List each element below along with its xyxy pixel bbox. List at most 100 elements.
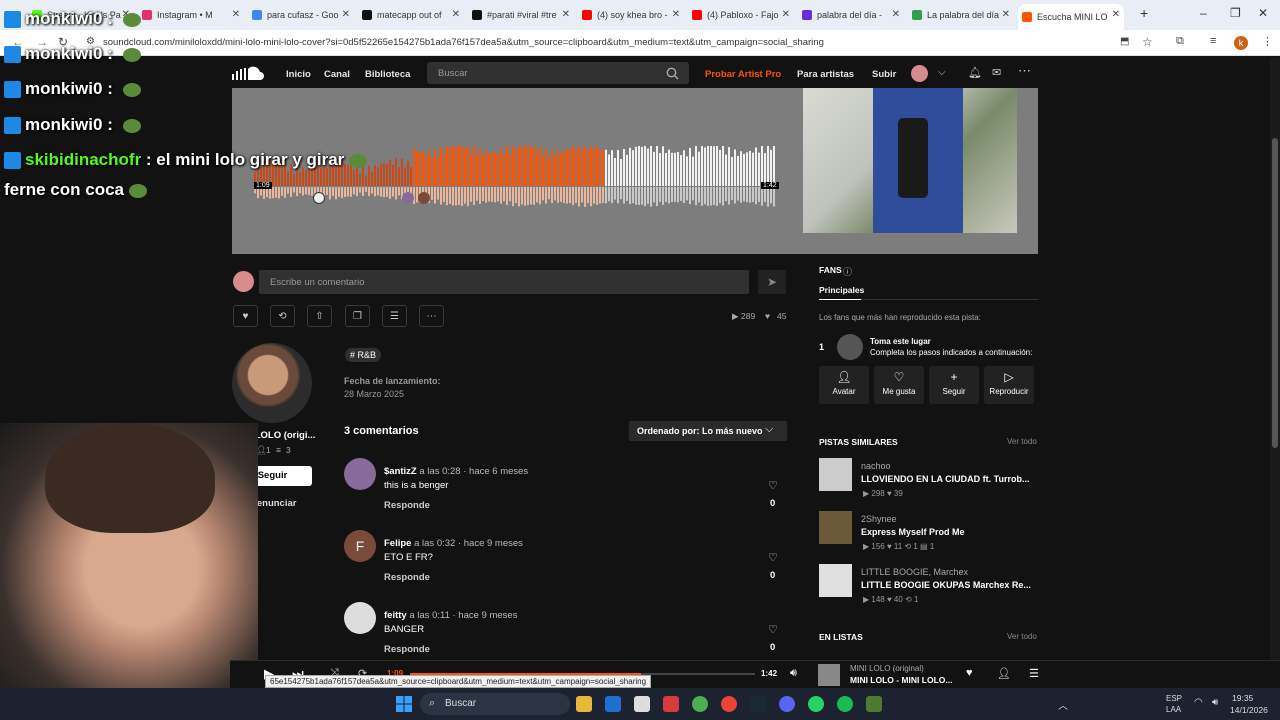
- waveform-comment-avatar[interactable]: [402, 192, 414, 204]
- browser-tab[interactable]: (4) Pabloxo - Fajo ✕: [688, 4, 794, 26]
- waveform-comment-avatar[interactable]: [313, 192, 325, 204]
- clock-time[interactable]: 19:35: [1232, 693, 1253, 703]
- chevron-down-icon[interactable]: ⌵: [938, 67, 946, 78]
- new-tab-icon[interactable]: +: [1140, 5, 1148, 21]
- browser-tab[interactable]: La palabra del día ✕: [908, 4, 1014, 26]
- notifications-bell-icon[interactable]: 🔔︎: [968, 66, 982, 79]
- browser-tab[interactable]: Escucha MINI LO ✕: [1018, 4, 1124, 30]
- repost-button[interactable]: ⟲: [270, 305, 295, 327]
- comment-user[interactable]: Felipe: [384, 538, 411, 549]
- fans-tab-top[interactable]: Principales: [819, 285, 864, 295]
- volume-icon[interactable]: 🔊︎: [790, 667, 797, 680]
- genre-tag[interactable]: # R&B: [345, 348, 382, 362]
- player-like-icon[interactable]: ♥: [966, 667, 973, 679]
- for-artists-link[interactable]: Para artistas: [797, 69, 854, 80]
- artist-avatar[interactable]: [232, 343, 312, 423]
- comment-like-icon[interactable]: ♡: [768, 479, 778, 492]
- maximize-icon[interactable]: ❐: [1230, 6, 1241, 20]
- comment-avatar[interactable]: [344, 602, 376, 634]
- url-text[interactable]: soundcloud.com/miniloloxdd/mini-lolo-min…: [103, 37, 824, 48]
- like-button[interactable]: ♥: [233, 305, 258, 327]
- comment-timestamp[interactable]: 0:32: [437, 538, 456, 549]
- add-to-next-button[interactable]: ☰: [382, 305, 407, 327]
- comment-like-icon[interactable]: ♡: [768, 551, 778, 564]
- more-actions-button[interactable]: ⋯: [419, 305, 444, 327]
- keyboard-layout[interactable]: LAA: [1166, 705, 1181, 714]
- similar-view-all[interactable]: Ver todo: [1007, 437, 1037, 446]
- profile-avatar[interactable]: k: [1234, 36, 1248, 50]
- similar-track-artist[interactable]: LITTLE BOOGIE, Marchex: [861, 567, 968, 577]
- steam-icon[interactable]: [750, 696, 766, 712]
- player-title[interactable]: MINI LOLO - MINI LOLO...: [850, 675, 952, 685]
- spotify-icon[interactable]: [837, 696, 853, 712]
- similar-track-name[interactable]: LLOVIENDO EN LA CIUDAD ft. Turrob...: [861, 474, 1030, 484]
- volume-icon[interactable]: 🔊︎: [1212, 697, 1218, 708]
- app-icon[interactable]: [663, 696, 679, 712]
- browser-tab[interactable]: palabra del día - ✕: [798, 4, 904, 26]
- fan-step-follow[interactable]: + Seguir: [929, 366, 979, 404]
- chrome-icon[interactable]: [692, 696, 708, 712]
- taskbar-search[interactable]: ⌕ Buscar: [420, 693, 570, 715]
- similar-track-art[interactable]: [819, 511, 852, 544]
- player-artist[interactable]: MINI LOLO (original): [850, 664, 924, 673]
- comment-user[interactable]: feitty: [384, 610, 407, 621]
- browser-menu-icon[interactable]: ⋮: [1262, 35, 1273, 48]
- tab-close-icon[interactable]: ✕: [452, 9, 460, 20]
- upload-link[interactable]: Subir: [872, 69, 896, 80]
- send-icon[interactable]: ➤: [758, 270, 786, 294]
- close-window-icon[interactable]: ✕: [1258, 6, 1268, 20]
- browser-tab[interactable]: (4) soy khea bro - ✕: [578, 4, 684, 26]
- windows-start-icon[interactable]: [396, 696, 412, 712]
- waveform-comment-avatar[interactable]: [418, 192, 430, 204]
- tab-close-icon[interactable]: ✕: [782, 9, 790, 20]
- install-icon[interactable]: ⬒: [1120, 36, 1129, 47]
- copy-link-button[interactable]: ❐: [345, 305, 370, 327]
- artist-pro-link[interactable]: Probar Artist Pro: [705, 69, 781, 80]
- more-icon[interactable]: ⋯: [1018, 63, 1031, 79]
- tab-close-icon[interactable]: ✕: [892, 9, 900, 20]
- comment-timestamp[interactable]: 0:28: [442, 466, 461, 477]
- comment-avatar[interactable]: [344, 458, 376, 490]
- playlists-view-all[interactable]: Ver todo: [1007, 632, 1037, 641]
- comment-input[interactable]: Escribe un comentario: [259, 270, 749, 294]
- search-input[interactable]: Buscar: [427, 62, 689, 84]
- comment-like-icon[interactable]: ♡: [768, 623, 778, 636]
- messages-icon[interactable]: ✉: [992, 66, 1001, 79]
- page-scrollbar[interactable]: [1270, 58, 1280, 688]
- chrome-active-icon[interactable]: [721, 696, 737, 712]
- player-follow-icon[interactable]: 👤︎: [997, 667, 1011, 680]
- soundcloud-logo-icon[interactable]: [232, 66, 266, 81]
- nav-home[interactable]: Inicio: [286, 69, 311, 80]
- minecraft-icon[interactable]: [866, 696, 882, 712]
- similar-track-name[interactable]: LITTLE BOOGIE OKUPAS Marchex Re...: [861, 580, 1031, 590]
- reply-button[interactable]: Responde: [384, 644, 430, 655]
- fan-step-heart[interactable]: ♡ Me gusta: [874, 366, 924, 404]
- media-icon[interactable]: ≡: [1210, 35, 1216, 47]
- fan-step-play[interactable]: ▷ Reproducir: [984, 366, 1034, 404]
- bookmark-star-icon[interactable]: ☆: [1142, 35, 1153, 49]
- similar-track-artist[interactable]: 2Shynee: [861, 514, 897, 524]
- app-icon[interactable]: [605, 696, 621, 712]
- similar-track-art[interactable]: [819, 458, 852, 491]
- fan-step-avatar[interactable]: 👤︎ Avatar: [819, 366, 869, 404]
- search-icon[interactable]: [666, 67, 679, 80]
- tray-chevron-icon[interactable]: ︿: [1058, 697, 1068, 712]
- player-track-art[interactable]: [818, 664, 840, 686]
- similar-track-name[interactable]: Express Myself Prod Me: [861, 527, 965, 537]
- player-queue-icon[interactable]: ☰: [1029, 667, 1039, 680]
- file-explorer-icon[interactable]: [576, 696, 592, 712]
- browser-tab[interactable]: matecapp out of ✕: [358, 4, 464, 26]
- tab-close-icon[interactable]: ✕: [562, 9, 570, 20]
- share-button[interactable]: ⇧: [307, 305, 332, 327]
- language-code[interactable]: ESP: [1166, 694, 1182, 703]
- extensions-icon[interactable]: ⧉: [1176, 35, 1184, 48]
- reply-button[interactable]: Responde: [384, 500, 430, 511]
- wifi-icon[interactable]: ◠: [1194, 697, 1203, 708]
- tab-close-icon[interactable]: ✕: [672, 9, 680, 20]
- user-avatar[interactable]: [911, 65, 928, 82]
- nav-library[interactable]: Biblioteca: [365, 69, 410, 80]
- scrollbar-thumb[interactable]: [1272, 138, 1278, 448]
- tab-close-icon[interactable]: ✕: [232, 9, 240, 20]
- similar-track-art[interactable]: [819, 564, 852, 597]
- tab-close-icon[interactable]: ✕: [342, 9, 350, 20]
